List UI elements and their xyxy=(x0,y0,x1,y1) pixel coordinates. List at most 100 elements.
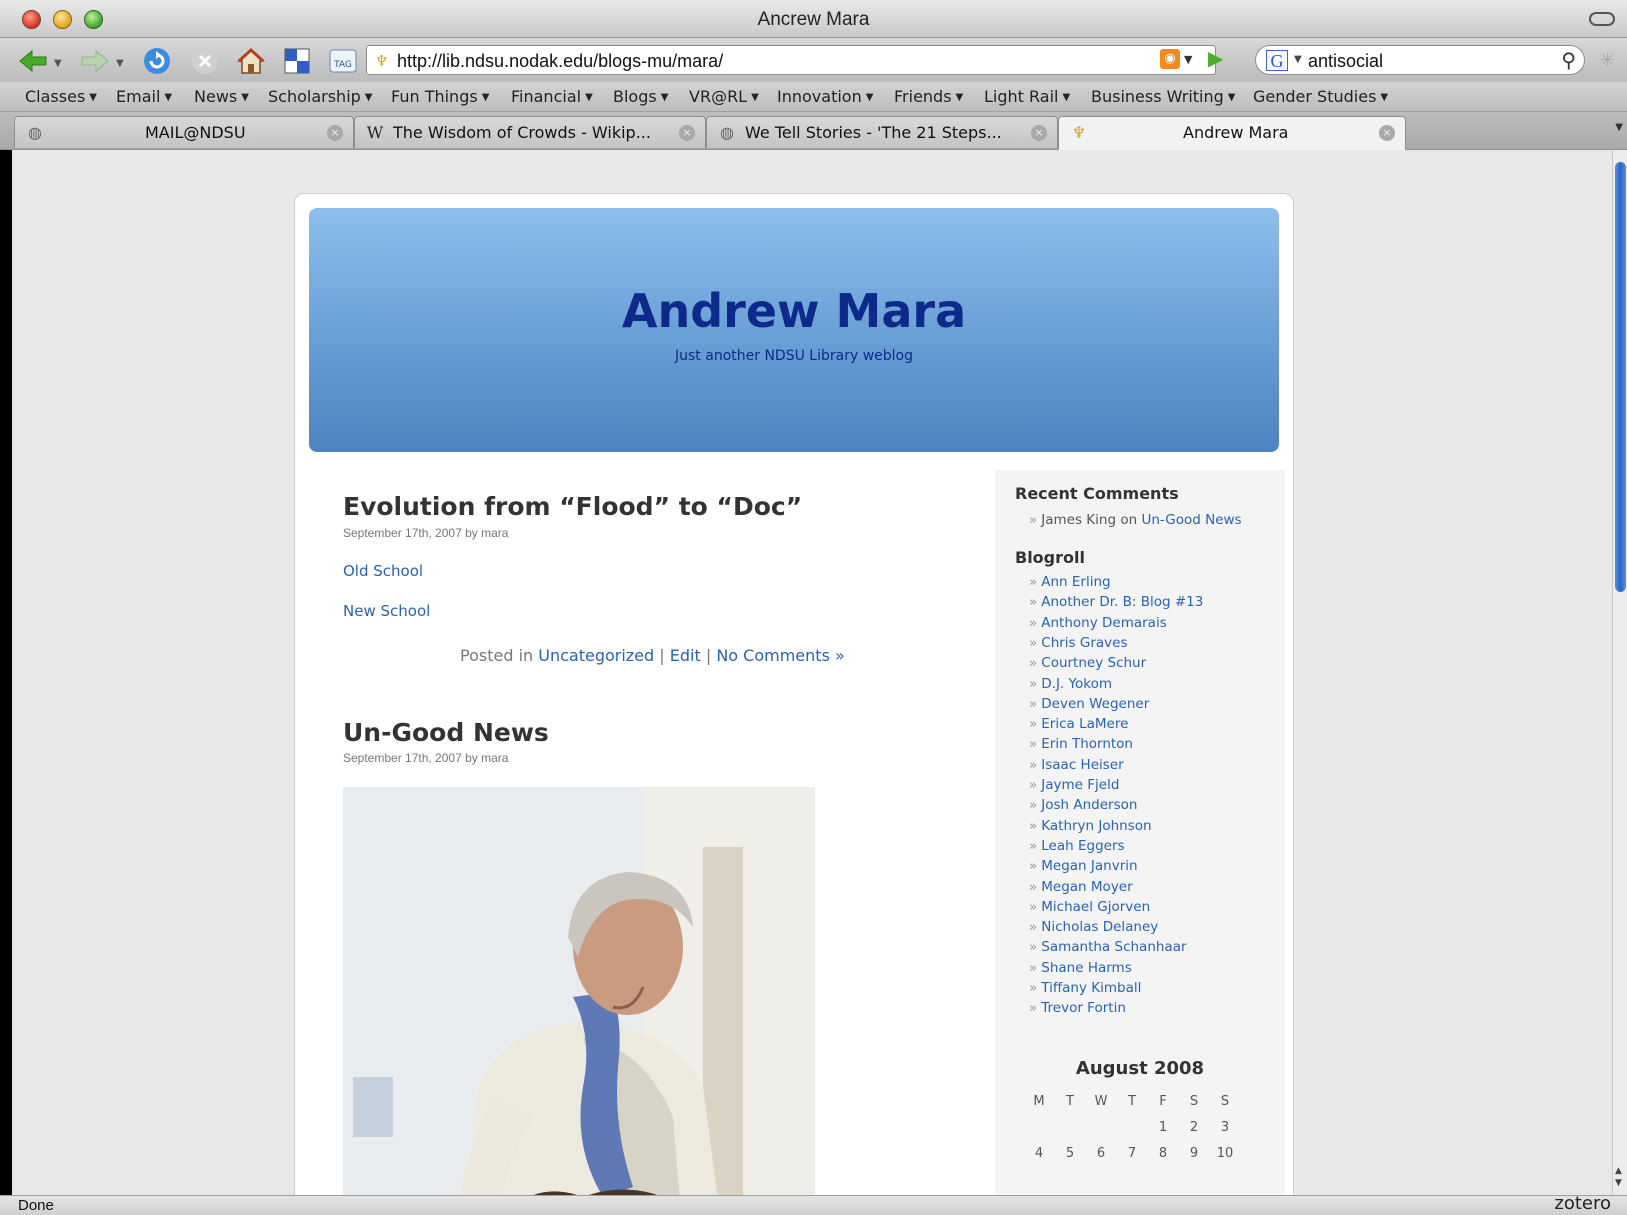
blogroll-link[interactable]: » Megan Moyer xyxy=(1029,879,1133,895)
edit-link[interactable]: Edit xyxy=(670,646,701,665)
post-meta: September 17th, 2007 by mara xyxy=(343,526,509,540)
bookmark-label: Financial xyxy=(511,87,582,106)
tab-close-icon[interactable]: × xyxy=(679,125,695,141)
bookmark-folder[interactable]: Blogs ▼ xyxy=(613,87,668,106)
blogroll-link[interactable]: » Shane Harms xyxy=(1029,960,1132,976)
go-button[interactable]: ▶ xyxy=(1208,46,1223,70)
category-link[interactable]: Uncategorized xyxy=(538,646,654,665)
bookmark-label: Blogs xyxy=(613,87,657,106)
search-engine-dropdown[interactable]: ▼ xyxy=(1294,54,1302,65)
tab-wisdom-of-crowds[interactable]: W The Wisdom of Crowds - Wikip... × xyxy=(354,116,706,148)
bookmark-label: VR@RL xyxy=(689,87,748,106)
back-button[interactable] xyxy=(16,44,50,78)
blogroll-link[interactable]: » Leah Eggers xyxy=(1029,838,1125,854)
vertical-scrollbar[interactable]: ▲ ▼ xyxy=(1612,150,1627,1195)
blogroll-link[interactable]: » Deven Wegener xyxy=(1029,696,1149,712)
bookmark-folder[interactable]: Fun Things ▼ xyxy=(391,87,489,106)
google-engine-icon[interactable]: G xyxy=(1266,50,1288,71)
scrollbar-thumb[interactable] xyxy=(1615,162,1626,592)
blogroll-link[interactable]: » D.J. Yokom xyxy=(1029,676,1112,692)
bookmarks-sidebar-button[interactable] xyxy=(280,44,314,78)
sidebar: Recent Comments » James King on Un-Good N… xyxy=(995,470,1285,1195)
bookmark-folder[interactable]: Gender Studies ▼ xyxy=(1253,87,1388,106)
post-title[interactable]: Evolution from “Flood” to “Doc” xyxy=(343,492,802,521)
comments-link[interactable]: No Comments » xyxy=(716,646,844,665)
blogroll-link[interactable]: » Courtney Schur xyxy=(1029,655,1146,671)
comment-author: James King xyxy=(1041,512,1117,528)
blogroll-link[interactable]: » Erica LaMere xyxy=(1029,716,1128,732)
bookmark-folder[interactable]: Financial ▼ xyxy=(511,87,593,106)
blogroll-link[interactable]: » Chris Graves xyxy=(1029,635,1128,651)
bookmark-folder[interactable]: Scholarship ▼ xyxy=(268,87,373,106)
tab-label: We Tell Stories - 'The 21 Steps... xyxy=(745,123,1002,142)
blogroll-link[interactable]: » Michael Gjorven xyxy=(1029,899,1150,915)
blogroll-link[interactable]: » Jayme Fjeld xyxy=(1029,777,1119,793)
bullet-icon: » xyxy=(1029,695,1038,712)
blogroll-link[interactable]: » Trevor Fortin xyxy=(1029,1000,1126,1016)
tag-button[interactable]: TAG xyxy=(326,44,360,78)
tab-close-icon[interactable]: × xyxy=(1031,125,1047,141)
blogroll-link[interactable]: » Nicholas Delaney xyxy=(1029,919,1158,935)
blogroll-link[interactable]: » Kathryn Johnson xyxy=(1029,818,1152,834)
blogroll-link-label: Megan Moyer xyxy=(1041,878,1133,895)
search-box[interactable]: G ▼ antisocial ⚲ xyxy=(1255,45,1585,75)
search-input[interactable]: antisocial xyxy=(1308,51,1383,72)
post-link-old-school[interactable]: Old School xyxy=(343,562,423,580)
stop-button[interactable] xyxy=(188,44,222,78)
blogroll-link[interactable]: » Isaac Heiser xyxy=(1029,757,1124,773)
bookmark-folder[interactable]: Classes ▼ xyxy=(25,87,97,106)
blogroll-link[interactable]: » Tiffany Kimball xyxy=(1029,980,1141,996)
calendar-day: 1 xyxy=(1158,1120,1168,1135)
url-text[interactable]: http://lib.ndsu.nodak.edu/blogs-mu/mara/ xyxy=(397,51,723,72)
tab-label: Andrew Mara xyxy=(1183,123,1289,142)
tab-list-menu[interactable]: ▼ xyxy=(1615,122,1623,133)
calendar-weekday: S xyxy=(1189,1094,1199,1109)
blogroll-link[interactable]: » Erin Thornton xyxy=(1029,736,1133,752)
blog-title[interactable]: Andrew Mara xyxy=(309,284,1279,338)
home-button[interactable] xyxy=(234,44,268,78)
bookmark-folder[interactable]: Business Writing ▼ xyxy=(1091,87,1235,106)
tab-we-tell-stories[interactable]: ◍ We Tell Stories - 'The 21 Steps... × xyxy=(706,116,1058,148)
stop-icon xyxy=(192,48,218,74)
chevron-down-icon: ▼ xyxy=(1380,92,1389,103)
forward-button[interactable] xyxy=(78,44,112,78)
chevron-down-icon: ▼ xyxy=(660,92,669,103)
blogroll-link-label: Shane Harms xyxy=(1041,959,1132,976)
blogroll-link[interactable]: » Megan Janvrin xyxy=(1029,858,1138,874)
blogroll-link[interactable]: » Samantha Schanhaar xyxy=(1029,939,1187,955)
bookmark-folder[interactable]: Innovation ▼ xyxy=(777,87,873,106)
toolbar-toggle-button[interactable] xyxy=(1589,12,1615,26)
rss-feed-icon[interactable]: ◉ xyxy=(1160,49,1180,69)
blog-header: Andrew Mara Just another NDSU Library we… xyxy=(309,208,1279,452)
tab-close-icon[interactable]: × xyxy=(1379,125,1395,141)
status-text: Done xyxy=(18,1197,54,1214)
back-history-dropdown[interactable]: ▼ xyxy=(54,58,62,69)
bookmark-folder[interactable]: Friends ▼ xyxy=(894,87,963,106)
zotero-button[interactable]: zotero xyxy=(1554,1193,1611,1214)
bookmark-folder[interactable]: Light Rail ▼ xyxy=(984,87,1070,106)
search-icon[interactable]: ⚲ xyxy=(1561,48,1576,72)
blogroll-link[interactable]: » Another Dr. B: Blog #13 xyxy=(1029,594,1203,610)
scroll-arrows[interactable]: ▲ ▼ xyxy=(1615,1165,1622,1189)
blogroll-link[interactable]: » Anthony Demarais xyxy=(1029,615,1167,631)
tab-close-icon[interactable]: × xyxy=(327,125,343,141)
tab-mail-ndsu[interactable]: ◍ MAIL@NDSU × xyxy=(14,116,354,148)
post-title[interactable]: Un-Good News xyxy=(343,718,549,747)
comment-post-link[interactable]: Un-Good News xyxy=(1141,512,1241,528)
reload-button[interactable] xyxy=(140,44,174,78)
blogroll-link[interactable]: » Ann Erling xyxy=(1029,574,1111,590)
forward-history-dropdown[interactable]: ▼ xyxy=(116,58,124,69)
post-footer: Posted in Uncategorized | Edit | No Comm… xyxy=(460,646,845,665)
blogroll-heading: Blogroll xyxy=(1015,548,1085,567)
bookmark-folder[interactable]: Email ▼ xyxy=(116,87,172,106)
bullet-icon: » xyxy=(1029,939,1038,956)
url-bar[interactable]: ♆ http://lib.ndsu.nodak.edu/blogs-mu/mar… xyxy=(366,45,1216,75)
bookmark-folder[interactable]: News ▼ xyxy=(194,87,249,106)
bookmark-folder[interactable]: VR@RL ▼ xyxy=(689,87,759,106)
blogroll-link[interactable]: » Josh Anderson xyxy=(1029,797,1137,813)
rss-dropdown-arrow[interactable]: ▼ xyxy=(1184,53,1192,66)
tab-andrew-mara[interactable]: ♆ Andrew Mara × xyxy=(1058,116,1406,150)
blogroll-link-label: Chris Graves xyxy=(1041,634,1128,651)
bullet-icon: » xyxy=(1029,837,1038,854)
post-link-new-school[interactable]: New School xyxy=(343,602,430,620)
